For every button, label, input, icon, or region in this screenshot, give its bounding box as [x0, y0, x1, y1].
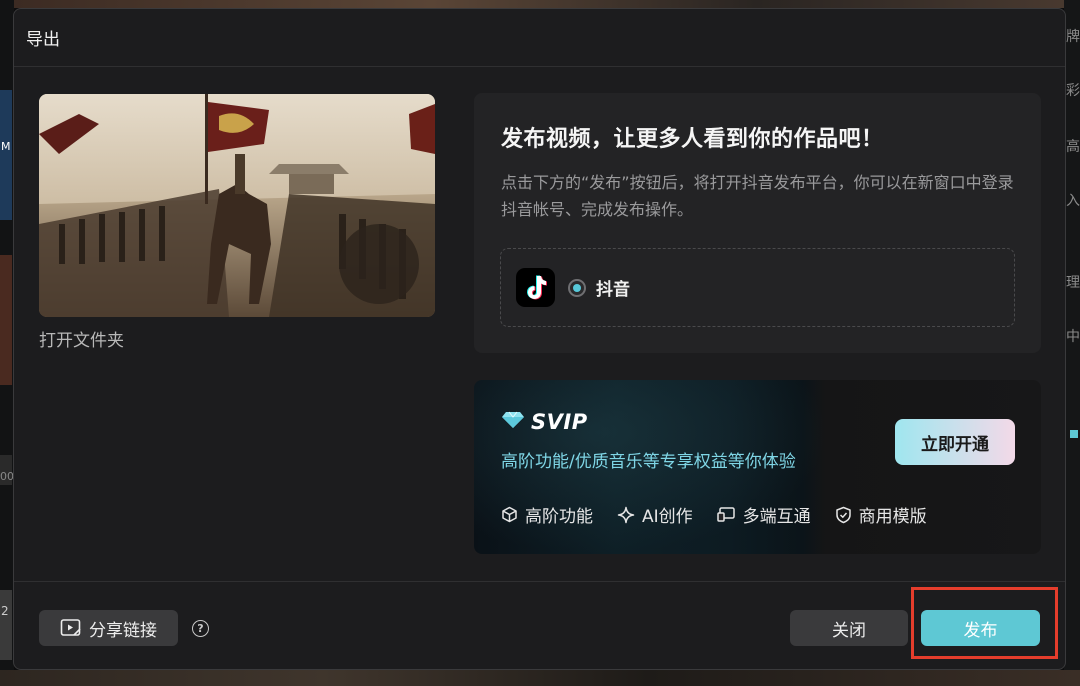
- svip-feature-commercial: 商用模版: [835, 502, 927, 527]
- diamond-icon: [501, 411, 525, 433]
- help-icon[interactable]: ?: [192, 620, 209, 637]
- background-edge-text: M: [1, 140, 11, 153]
- close-button[interactable]: 关闭: [790, 610, 908, 646]
- background-edge-text: 入: [1066, 193, 1080, 209]
- preview-panel: 打开文件夹: [39, 94, 435, 351]
- radio-selected-dot: [573, 283, 581, 292]
- background-top-strip: [0, 0, 1080, 8]
- feature-label: 多端互通: [742, 507, 811, 527]
- background-edge-text: 彩: [1066, 83, 1080, 99]
- shield-check-icon: [835, 506, 851, 523]
- background-edge-text: 00: [0, 470, 14, 483]
- background-edge-text: 高: [1066, 139, 1080, 155]
- dialog-title: 导出: [26, 30, 60, 50]
- devices-icon: [716, 507, 735, 522]
- svip-activate-button[interactable]: 立即开通: [895, 419, 1015, 465]
- sparkle-icon: [617, 506, 635, 523]
- cube-icon: [502, 506, 517, 523]
- background-marker: [1070, 430, 1078, 438]
- svip-feature-ai: AI创作: [617, 502, 693, 527]
- publish-card-title: 发布视频，让更多人看到你的作品吧！: [501, 127, 884, 152]
- feature-label: AI创作: [642, 507, 693, 527]
- feature-label: 高阶功能: [525, 507, 593, 527]
- background-thumbnail: [0, 590, 12, 660]
- background-left-strip: M 00 2: [0, 0, 14, 686]
- background-edge-text: 中: [1066, 329, 1080, 345]
- publish-button[interactable]: 发布: [921, 610, 1040, 646]
- background-edge-text: 2: [1, 604, 9, 618]
- share-link-button[interactable]: 分享链接: [39, 610, 178, 646]
- svip-subtitle: 高阶功能/优质音乐等专享权益等你体验: [501, 452, 796, 472]
- preview-image: [39, 94, 435, 317]
- export-dialog: 导出 打开文件夹 发布视频，让更多人看到你的作品吧！ 点击下方的“发布”按钮后，…: [13, 8, 1066, 670]
- video-preview-thumbnail[interactable]: [39, 94, 435, 317]
- svip-feature-list: 高阶功能 AI创作 多端互通 商用模版: [501, 502, 951, 527]
- svip-feature-advanced: 高阶功能: [501, 502, 593, 527]
- share-link-label: 分享链接: [89, 620, 157, 641]
- dialog-header: 导出: [14, 9, 1065, 67]
- dialog-footer: 分享链接 ? 关闭 发布: [14, 581, 1065, 669]
- background-edge-text: 理: [1066, 275, 1080, 291]
- platform-label: 抖音: [596, 280, 630, 300]
- douyin-logo-icon: [516, 268, 555, 307]
- background-right-strip: 牌 彩 高 入 理 中: [1064, 0, 1080, 686]
- background-thumbnail: [0, 255, 12, 385]
- share-video-icon: [60, 619, 81, 636]
- platform-radio[interactable]: [568, 278, 586, 297]
- background-bottom-strip: [0, 670, 1080, 686]
- background-edge-text: 牌: [1066, 29, 1080, 45]
- publish-card-description: 点击下方的“发布”按钮后，将打开抖音发布平台，你可以在新窗口中登录抖音帐号、完成…: [501, 173, 1014, 219]
- open-folder-link[interactable]: 打开文件夹: [39, 326, 435, 351]
- feature-label: 商用模版: [858, 507, 927, 527]
- background-thumbnail: [0, 90, 12, 220]
- publish-platform-card: 发布视频，让更多人看到你的作品吧！ 点击下方的“发布”按钮后，将打开抖音发布平台…: [474, 93, 1041, 353]
- platform-option-douyin[interactable]: 抖音: [500, 248, 1015, 327]
- svip-title: SVIP: [531, 410, 588, 434]
- svip-header: SVIP: [501, 410, 588, 434]
- svip-feature-multidevice: 多端互通: [716, 502, 811, 527]
- svip-promo-card: SVIP 高阶功能/优质音乐等专享权益等你体验 立即开通 高阶功能 AI创作 多…: [474, 380, 1041, 554]
